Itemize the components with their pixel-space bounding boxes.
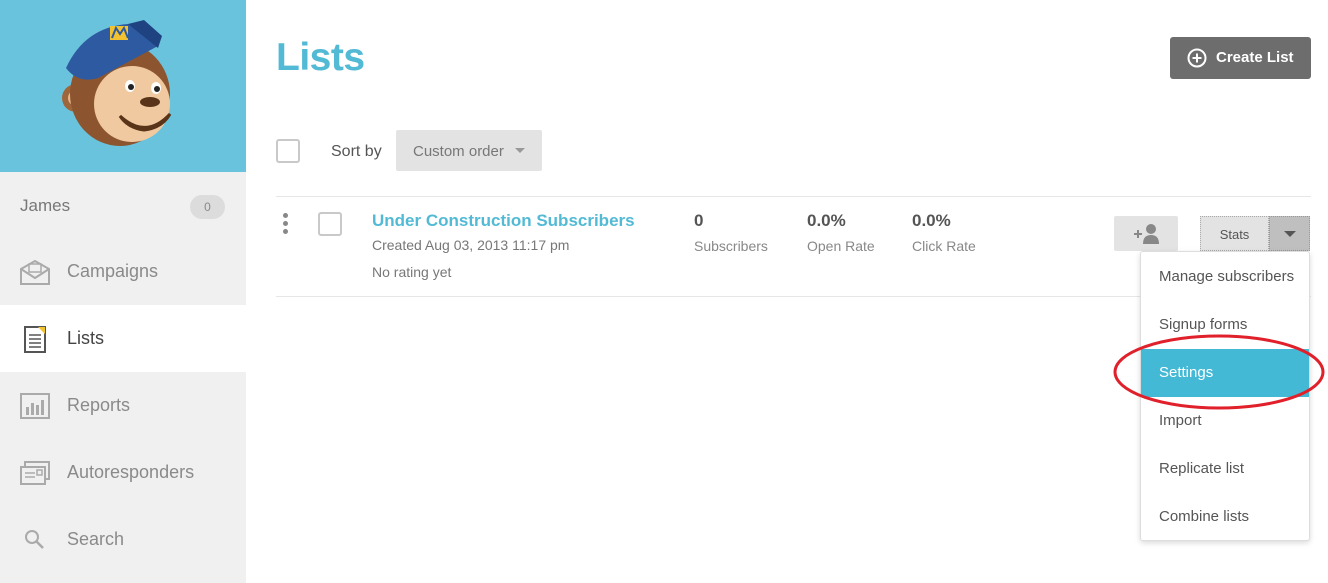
stacked-mail-icon xyxy=(20,461,50,485)
envelope-icon xyxy=(20,259,50,285)
sidebar-item-campaigns[interactable]: Campaigns xyxy=(0,238,246,305)
create-list-label: Create List xyxy=(1216,49,1294,66)
stat-caption: Click Rate xyxy=(912,238,976,254)
sidebar-item-label: Reports xyxy=(67,395,131,415)
menu-item-import[interactable]: Import xyxy=(1141,397,1309,445)
list-rating: No rating yet xyxy=(372,264,452,280)
stat-value: 0 xyxy=(694,211,704,230)
select-all-checkbox[interactable] xyxy=(276,139,300,163)
sidebar-item-reports[interactable]: Reports xyxy=(0,372,246,439)
user-name: James xyxy=(20,196,71,215)
menu-item-combine-lists[interactable]: Combine lists xyxy=(1141,493,1309,541)
sidebar-item-label: Search xyxy=(67,529,125,549)
stat-click-rate: 0.0% Click Rate xyxy=(912,211,976,254)
sidebar-item-autoresponders[interactable]: Autoresponders xyxy=(0,439,246,506)
sidebar: James 0 Campaigns Lists Reports Autoresp… xyxy=(0,0,246,583)
list-created-date: Created Aug 03, 2013 11:17 pm xyxy=(372,237,570,253)
create-list-button[interactable]: Create List xyxy=(1170,37,1311,79)
sidebar-item-lists[interactable]: Lists xyxy=(0,305,246,372)
stats-button[interactable]: Stats xyxy=(1200,216,1269,251)
sidebar-item-label: Autoresponders xyxy=(67,462,195,482)
search-icon xyxy=(25,530,44,549)
drag-handle-icon[interactable] xyxy=(283,213,289,239)
stats-dropdown-toggle[interactable] xyxy=(1269,216,1310,251)
divider xyxy=(276,196,1311,197)
sidebar-item-search[interactable]: Search xyxy=(0,506,246,573)
sidebar-item-label: Campaigns xyxy=(67,261,159,281)
stat-value: 0.0% xyxy=(912,211,951,230)
chevron-down-icon xyxy=(515,148,525,153)
plus-circle-icon xyxy=(1187,48,1207,68)
stat-open-rate: 0.0% Open Rate xyxy=(807,211,875,254)
stat-value: 0.0% xyxy=(807,211,846,230)
bar-chart-icon xyxy=(20,393,50,419)
chevron-down-icon xyxy=(1284,231,1296,237)
menu-item-manage-subscribers[interactable]: Manage subscribers xyxy=(1141,253,1309,301)
add-user-icon xyxy=(1134,224,1159,244)
sort-label: Sort by xyxy=(331,143,382,160)
user-row[interactable]: James 0 xyxy=(0,172,246,238)
sidebar-item-label: Lists xyxy=(67,328,105,348)
stat-caption: Subscribers xyxy=(694,238,768,254)
add-subscriber-button[interactable] xyxy=(1114,216,1178,251)
list-actions-menu: Manage subscribers Signup forms Settings… xyxy=(1140,251,1310,541)
notification-badge[interactable]: 0 xyxy=(190,195,225,219)
stat-caption: Open Rate xyxy=(807,238,875,254)
menu-item-settings[interactable]: Settings xyxy=(1141,349,1309,397)
sort-select[interactable]: Custom order xyxy=(396,130,542,171)
menu-item-signup-forms[interactable]: Signup forms xyxy=(1141,301,1309,349)
logo-area[interactable] xyxy=(0,0,246,172)
stat-subscribers: 0 Subscribers xyxy=(694,211,768,254)
page-title: Lists xyxy=(276,36,365,79)
list-row-checkbox[interactable] xyxy=(318,212,342,236)
chimp-logo-icon xyxy=(62,20,172,146)
list-name-link[interactable]: Under Construction Subscribers xyxy=(372,211,635,231)
list-document-icon xyxy=(24,326,46,353)
menu-item-replicate-list[interactable]: Replicate list xyxy=(1141,445,1309,493)
sort-select-value: Custom order xyxy=(413,143,504,160)
